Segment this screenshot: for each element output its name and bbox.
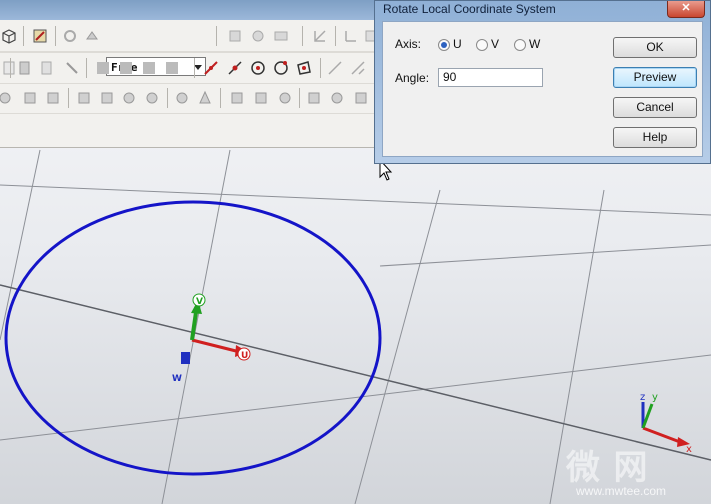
- line-pick-icon[interactable]: [202, 59, 220, 77]
- toolbar-separator: [335, 26, 336, 46]
- circle-point-icon[interactable]: [272, 59, 290, 77]
- op-icon-6[interactable]: [120, 89, 138, 107]
- op-icon-2[interactable]: [21, 89, 39, 107]
- document-icon[interactable]: [16, 59, 34, 77]
- op-icon-8[interactable]: [173, 89, 191, 107]
- wcs-icon[interactable]: [342, 27, 360, 45]
- y-axis-label: y: [652, 392, 658, 403]
- axis-w-radio[interactable]: [514, 39, 526, 51]
- toolbar-separator: [167, 88, 168, 108]
- op-icon-5[interactable]: [98, 89, 116, 107]
- op-icon-10[interactable]: [228, 89, 246, 107]
- angle-label: Angle:: [395, 71, 430, 85]
- toolbar-separator: [194, 58, 195, 78]
- toolbar-separator: [302, 26, 303, 46]
- transform-icon[interactable]: [311, 27, 329, 45]
- dialog-title: Rotate Local Coordinate System: [383, 2, 556, 16]
- toolbar-separator: [68, 88, 69, 108]
- snap-icon[interactable]: [349, 59, 367, 77]
- close-button[interactable]: ✕: [667, 1, 705, 18]
- toolbar-row-1: Free: [0, 21, 380, 76]
- axis-u-radio[interactable]: [438, 39, 450, 51]
- feature-icon-b[interactable]: [226, 27, 244, 45]
- op-icon-15[interactable]: [352, 89, 370, 107]
- ok-button[interactable]: OK: [613, 37, 697, 58]
- angle-input[interactable]: 90: [438, 68, 543, 87]
- w-axis-marker: [181, 352, 190, 364]
- transparent-icon[interactable]: [38, 59, 56, 77]
- axis-v-label[interactable]: V: [491, 37, 499, 51]
- pick-icon[interactable]: [63, 59, 81, 77]
- op-icon-4[interactable]: [75, 89, 93, 107]
- undo-redo-icon[interactable]: [61, 27, 79, 45]
- toolbar-separator: [86, 58, 87, 78]
- x-axis-label: x: [686, 444, 692, 455]
- shape-icon-d[interactable]: [163, 59, 181, 77]
- cancel-button[interactable]: Cancel: [613, 97, 697, 118]
- help-button[interactable]: Help: [613, 127, 697, 148]
- preview-button[interactable]: Preview: [613, 67, 697, 88]
- face-pick-icon[interactable]: [295, 59, 313, 77]
- shape-icon-b[interactable]: [117, 59, 135, 77]
- v-axis-label: V: [196, 297, 203, 307]
- toolbar-row-2: [0, 52, 380, 84]
- op-icon-14[interactable]: [328, 89, 346, 107]
- rotate-lcs-dialog: Rotate Local Coordinate System ✕ Axis: U…: [374, 0, 711, 164]
- z-axis-label: z: [640, 392, 645, 403]
- feature-icon-c[interactable]: [249, 27, 267, 45]
- toolbar-separator: [320, 58, 321, 78]
- watermark-url: www.mwtee.com: [576, 484, 667, 498]
- toolbar-separator: [55, 26, 56, 46]
- toolbar-separator: [23, 26, 24, 46]
- toolbar-row-3: [0, 83, 380, 114]
- op-icon-7[interactable]: [143, 89, 161, 107]
- point-pick-icon[interactable]: [226, 59, 244, 77]
- op-icon-13[interactable]: [305, 89, 323, 107]
- edge-icon[interactable]: [326, 59, 344, 77]
- axis-label: Axis:: [395, 37, 422, 51]
- toolbar-separator: [216, 26, 217, 46]
- toolbar-area: Free: [0, 20, 380, 148]
- toolbar-separator: [220, 88, 221, 108]
- axis-v-radio[interactable]: [476, 39, 488, 51]
- toolbar-separator: [299, 88, 300, 108]
- toolbar-separator: [10, 58, 11, 78]
- cube-view-icon[interactable]: [0, 27, 18, 45]
- feature-icon-a[interactable]: [83, 27, 101, 45]
- op-icon-12[interactable]: [276, 89, 294, 107]
- sketch-icon[interactable]: [31, 27, 49, 45]
- w-axis-label: W: [172, 374, 182, 384]
- circle-center-icon[interactable]: [249, 59, 267, 77]
- dialog-body: Axis: U V W Angle: 90 OK Preview Cancel …: [382, 21, 703, 157]
- op-icon-3[interactable]: [44, 89, 62, 107]
- op-icon-1[interactable]: [0, 89, 14, 107]
- u-axis-label: U: [241, 351, 248, 361]
- watermark-logo: 微 网: [566, 449, 650, 487]
- shape-icon-a[interactable]: [94, 59, 112, 77]
- shape-icon-c[interactable]: [140, 59, 158, 77]
- axis-u-label[interactable]: U: [453, 37, 462, 51]
- axis-w-label[interactable]: W: [529, 37, 540, 51]
- op-icon-11[interactable]: [252, 89, 270, 107]
- op-icon-9[interactable]: [196, 89, 214, 107]
- dimension-icon[interactable]: [272, 27, 290, 45]
